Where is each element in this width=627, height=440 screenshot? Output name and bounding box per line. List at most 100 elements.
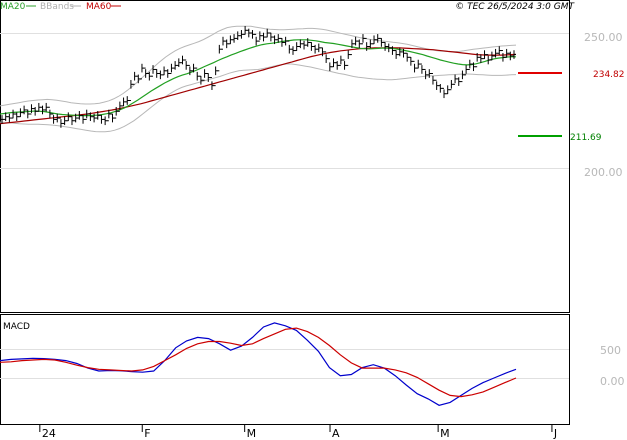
price-bar	[500, 50, 505, 62]
price-bar	[309, 41, 314, 51]
macd-lines	[0, 322, 517, 406]
price-bar	[504, 48, 509, 58]
price-bar	[268, 32, 273, 42]
price-bar	[368, 39, 373, 49]
price-bar	[405, 52, 410, 62]
price-bar	[232, 34, 237, 43]
price-bar	[379, 37, 384, 47]
price-bar	[493, 48, 498, 58]
price-bar	[338, 55, 343, 66]
resistance-level-label: 234.82	[593, 70, 625, 80]
price-bar	[221, 36, 226, 50]
price-bar	[442, 87, 447, 99]
price-bar	[176, 58, 181, 68]
price-bar	[228, 35, 233, 45]
legend: MA20 BBands MA60	[0, 2, 121, 12]
price-bar	[11, 109, 16, 119]
macd-pane-frame	[0, 314, 570, 425]
y-tick-label-200: 200.00	[584, 166, 623, 179]
bollinger-lower-band	[0, 63, 517, 133]
price-bar	[99, 114, 104, 124]
price-bar	[180, 55, 185, 65]
price-bar	[460, 70, 465, 83]
x-tick-label: J	[553, 427, 557, 440]
price-bar	[412, 60, 417, 73]
price-bar	[423, 68, 428, 80]
support-level-label: 211.69	[570, 133, 602, 143]
price-bar	[224, 39, 229, 49]
price-bar	[416, 59, 421, 69]
price-bar	[51, 113, 56, 124]
price-pane-frame	[0, 0, 570, 313]
price-bar	[158, 70, 163, 80]
price-bar	[464, 65, 469, 76]
price-bar	[184, 59, 189, 70]
price-bar	[128, 79, 133, 101]
price-bar	[202, 69, 207, 81]
price-bar	[449, 79, 454, 91]
price-bars	[0, 25, 516, 128]
macd-tick-label-500: 500	[600, 344, 621, 357]
macd-title: MACD	[3, 322, 30, 332]
price-bar	[103, 116, 108, 126]
price-bar	[453, 74, 458, 85]
price-bar	[14, 112, 19, 122]
price-bar	[430, 73, 435, 85]
price-bar	[508, 51, 513, 61]
price-bar	[335, 61, 340, 70]
price-bar	[346, 50, 351, 66]
legend-ma60-label: MA60	[86, 2, 112, 12]
price-bar	[40, 105, 45, 115]
price-bar	[408, 56, 413, 66]
x-tick-label: A	[332, 427, 340, 440]
price-bar	[154, 68, 159, 78]
price-bar	[279, 37, 284, 47]
price-bar	[36, 102, 41, 112]
x-tick-label: 24	[42, 427, 56, 440]
macd-series-macd	[0, 322, 517, 406]
price-bar	[394, 50, 399, 59]
price-bar	[235, 31, 240, 41]
price-bar	[29, 104, 34, 115]
price-bar	[22, 105, 27, 115]
price-bar	[302, 40, 307, 50]
price-bar	[7, 113, 12, 123]
macd-tick-label-0: 0.00	[600, 375, 625, 388]
price-bar	[198, 75, 203, 85]
price-bar	[69, 116, 74, 126]
price-bar	[132, 71, 137, 85]
bollinger-upper-band	[0, 25, 517, 107]
price-bar	[110, 113, 115, 123]
x-tick-label: F	[144, 427, 150, 440]
price-bar	[456, 77, 461, 86]
price-bar	[162, 66, 167, 76]
price-bar	[313, 44, 318, 54]
price-bar	[357, 39, 362, 49]
price-bar	[169, 63, 174, 74]
x-axis: 24 F M A M J	[39, 424, 557, 440]
price-bar	[239, 30, 244, 39]
source-label: © TEC 26/5/2024 3:0 GMT	[455, 2, 575, 12]
price-bar	[257, 31, 262, 42]
price-bar	[419, 63, 424, 74]
price-bar	[438, 84, 443, 93]
price-bar	[360, 34, 365, 45]
price-bar	[434, 79, 439, 90]
price-bar	[250, 30, 255, 39]
price-bar	[254, 33, 259, 46]
price-bar	[342, 59, 347, 70]
price-bar	[261, 32, 266, 42]
legend-ma20-label: MA20	[0, 2, 26, 12]
price-bar	[294, 42, 299, 52]
price-bar	[147, 71, 152, 81]
price-bar	[445, 85, 450, 95]
price-bar	[287, 40, 292, 54]
legend-bbands-label: BBands	[40, 2, 74, 12]
price-bar	[497, 46, 502, 55]
price-bar	[290, 46, 295, 55]
price-bar	[383, 41, 388, 51]
price-bar	[81, 114, 86, 124]
y-tick-label-250: 250.00	[584, 31, 623, 44]
price-bar	[298, 39, 303, 49]
price-bar	[121, 97, 126, 107]
